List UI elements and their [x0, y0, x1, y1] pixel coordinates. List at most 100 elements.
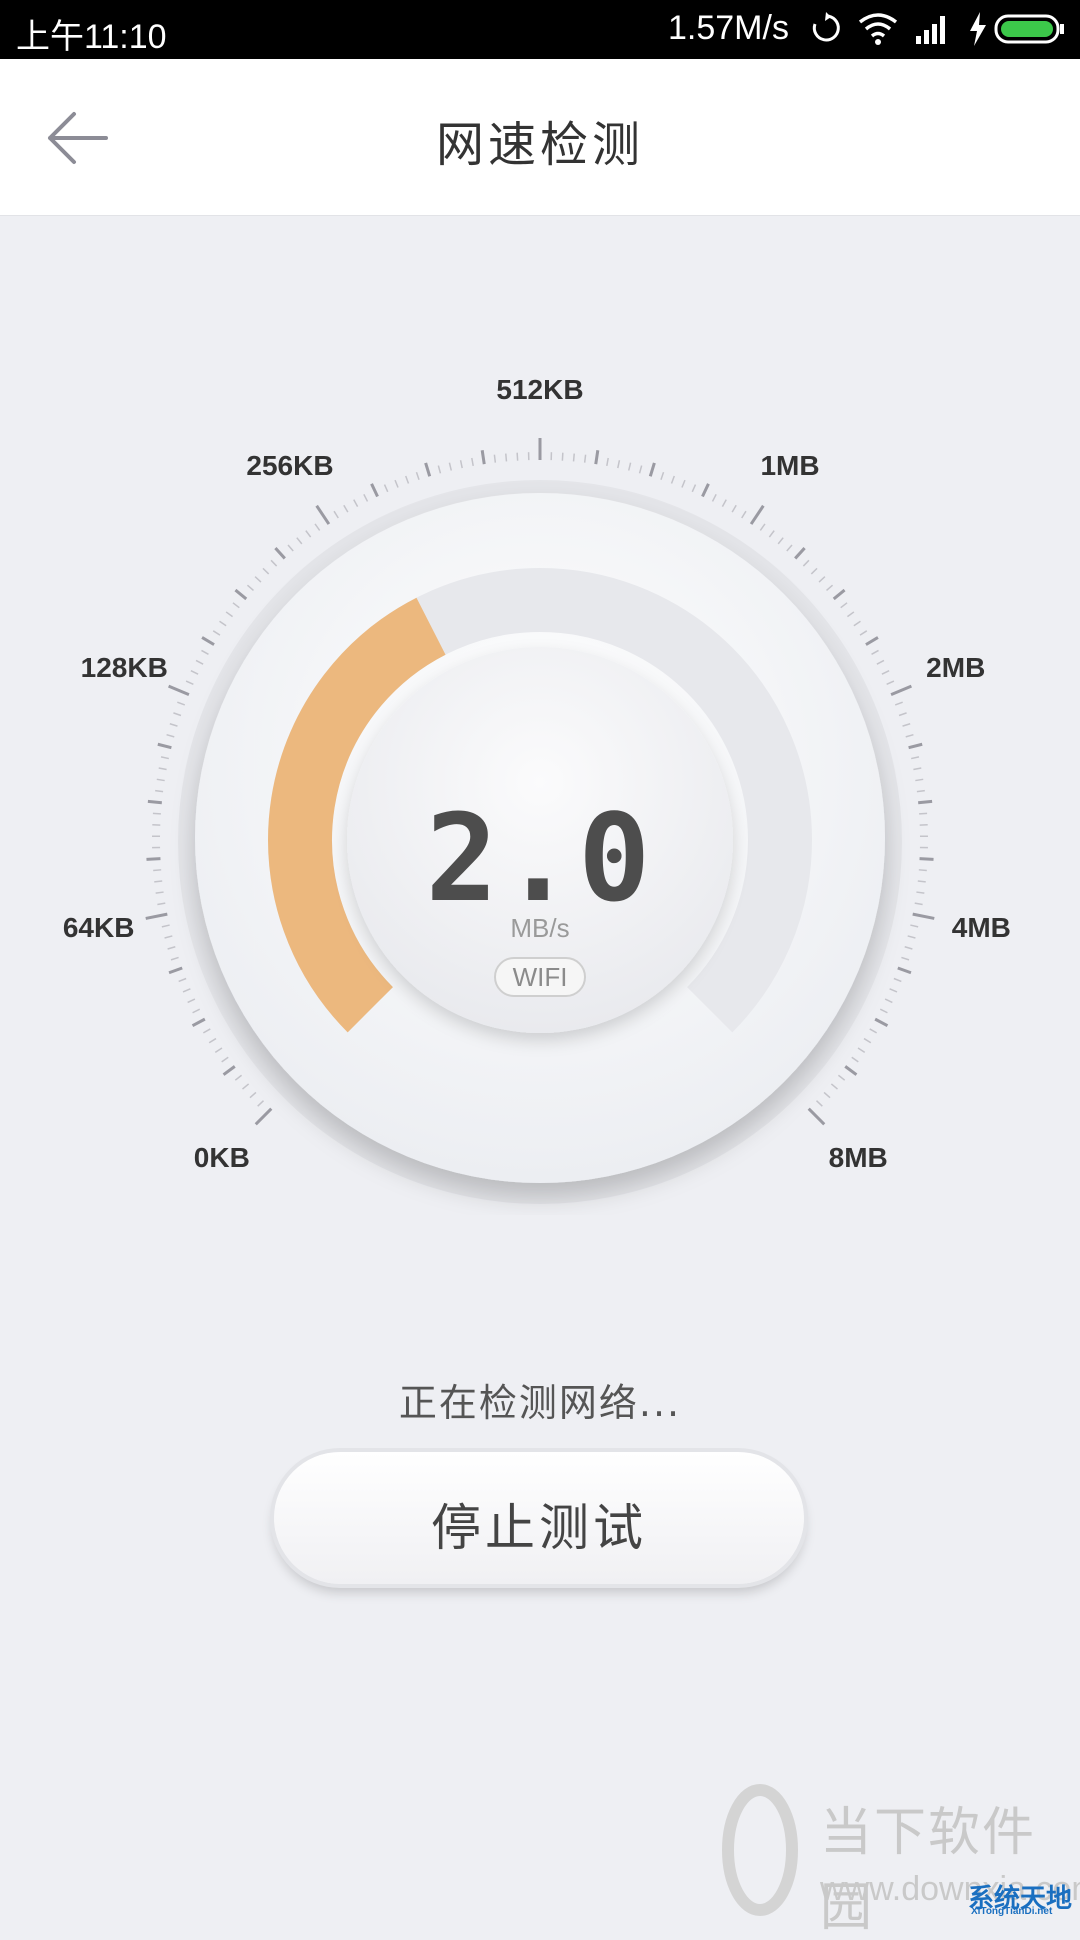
gauge-minor-tick: [171, 957, 179, 959]
status-bar: 上午11:10 1.57M/s: [0, 0, 1080, 59]
gauge-minor-tick: [215, 1048, 222, 1052]
gauge-major-tick: [751, 506, 763, 524]
gauge-minor-tick: [224, 1066, 235, 1074]
gauge-minor-tick: [243, 1084, 249, 1089]
gauge-minor-tick: [803, 560, 809, 566]
gauge-minor-tick: [158, 744, 172, 747]
speed-readout: 2.0: [0, 790, 1080, 929]
wifi-icon: [858, 12, 898, 46]
gauge-minor-tick: [795, 548, 804, 558]
gauge-minor-tick: [334, 511, 338, 518]
gauge-dial: [0, 215, 1080, 1215]
gauge-minor-tick: [894, 978, 901, 981]
gauge-minor-tick: [306, 531, 311, 537]
gauge-minor-tick: [167, 735, 175, 737]
gauge-minor-tick: [177, 702, 184, 705]
gauge-minor-tick: [838, 1075, 844, 1080]
gauge-minor-tick: [315, 524, 320, 531]
gauge-minor-tick: [596, 450, 598, 464]
gauge-minor-tick: [364, 494, 368, 501]
gauge-minor-tick: [858, 1048, 865, 1052]
gauge-minor-tick: [574, 454, 575, 462]
gauge-scale-label: 128KB: [81, 652, 168, 684]
gauge-minor-tick: [250, 1092, 256, 1097]
gauge-minor-tick: [872, 650, 879, 654]
gauge-minor-tick: [220, 621, 227, 626]
gauge-minor-tick: [692, 485, 695, 492]
gauge-minor-tick: [864, 1039, 871, 1043]
gauge-major-tick: [256, 1109, 272, 1125]
gauge-minor-tick: [201, 650, 208, 654]
gauge-minor-tick: [209, 1039, 216, 1043]
gauge-minor-tick: [877, 660, 884, 664]
gauge-minor-tick: [911, 757, 919, 759]
status-time: 上午11:10: [16, 9, 167, 58]
gauge-scale-label: 512KB: [496, 374, 583, 406]
gauge-minor-tick: [760, 524, 765, 531]
gauge-minor-tick: [845, 1066, 856, 1074]
gauge-minor-tick: [682, 480, 685, 487]
gauge-minor-tick: [161, 757, 169, 759]
gauge-major-tick: [891, 686, 911, 694]
gauge-minor-tick: [482, 450, 484, 464]
gauge-minor-tick: [860, 631, 867, 635]
gauge-minor-tick: [901, 957, 909, 959]
gauge-minor-tick: [235, 590, 246, 599]
gauge-minor-tick: [880, 1009, 887, 1013]
gauge-minor-tick: [426, 463, 430, 476]
stop-test-label: 停止测试: [274, 1488, 804, 1560]
gauge-major-tick: [169, 686, 189, 694]
gauge-scale-label: 0KB: [194, 1142, 250, 1174]
gauge-minor-tick: [193, 1009, 200, 1013]
gauge-minor-tick: [173, 713, 181, 716]
gauge-minor-tick: [196, 660, 203, 664]
gauge-minor-tick: [235, 1075, 241, 1080]
gauge-minor-tick: [263, 568, 269, 574]
gauge-minor-tick: [866, 637, 878, 644]
gauge-minor-tick: [188, 999, 195, 1002]
sync-icon: [810, 12, 842, 46]
gauge-scale-label: 2MB: [926, 652, 985, 684]
gauge-minor-tick: [271, 560, 277, 566]
gauge-minor-tick: [899, 713, 907, 716]
gauge-minor-tick: [882, 671, 889, 674]
gauge-minor-tick: [903, 724, 911, 726]
gauge-minor-tick: [742, 511, 746, 518]
gauge-minor-tick: [629, 463, 631, 471]
gauge-minor-tick: [702, 484, 708, 497]
gauge-minor-tick: [168, 947, 176, 949]
gauge-minor-tick: [255, 577, 261, 582]
gauge-major-tick: [317, 506, 329, 524]
gauge-minor-tick: [233, 603, 239, 608]
watermark-logo-icon: [715, 1780, 815, 1920]
gauge-minor-tick: [202, 637, 214, 644]
gauge-minor-tick: [191, 671, 198, 674]
gauge-minor-tick: [472, 458, 473, 466]
gauge-minor-tick: [870, 1029, 877, 1033]
gauge-minor-tick: [170, 724, 178, 726]
gauge-major-tick: [809, 1109, 825, 1125]
gauge-minor-tick: [438, 466, 440, 474]
gauge-minor-tick: [898, 968, 911, 973]
gauge-minor-tick: [778, 538, 783, 544]
gauge-minor-tick: [275, 548, 284, 558]
watermark: 当下软件园 www.downxia.com 系统天地 XiTongTianDi.…: [715, 1780, 1080, 1920]
gauge-minor-tick: [494, 455, 495, 463]
gauge-minor-tick: [831, 1084, 837, 1089]
gauge-minor-tick: [887, 681, 894, 684]
gauge-minor-tick: [203, 1029, 210, 1033]
gauge-minor-tick: [722, 500, 726, 507]
gauge-minor-tick: [661, 472, 664, 480]
gauge-minor-tick: [640, 466, 642, 474]
stop-test-button[interactable]: 停止测试: [274, 1452, 804, 1584]
gauge-minor-tick: [847, 612, 853, 617]
speed-unit: MB/s: [0, 913, 1080, 944]
gauge-minor-tick: [222, 1057, 229, 1062]
gauge-minor-tick: [834, 590, 845, 599]
gauge-minor-tick: [258, 1101, 264, 1106]
gauge-minor-tick: [875, 1019, 887, 1026]
gauge-minor-tick: [841, 603, 847, 608]
gauge-scale-label: 256KB: [246, 450, 333, 482]
gauge-minor-tick: [827, 585, 833, 590]
gauge-minor-tick: [385, 485, 388, 492]
